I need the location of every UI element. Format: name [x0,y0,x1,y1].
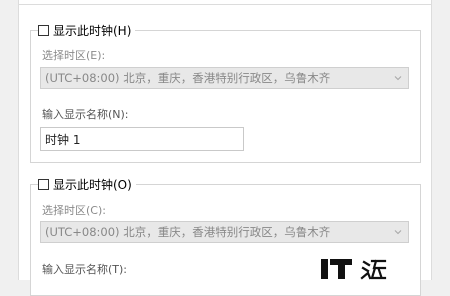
clock1-timezone-value: (UTC+08:00) 北京，重庆，香港特别行政区，乌鲁木齐 [45,71,331,85]
clock2-timezone-select[interactable]: (UTC+08:00) 北京，重庆，香港特别行政区，乌鲁木齐 [40,221,409,243]
clock1-timezone-select[interactable]: (UTC+08:00) 北京，重庆，香港特别行政区，乌鲁木齐 [40,67,409,89]
chevron-down-icon [394,230,402,235]
clock2-checkbox[interactable] [38,178,49,190]
clock2-timezone-value: (UTC+08:00) 北京，重庆，香港特别行政区，乌鲁木齐 [45,225,331,239]
clock1-checkbox-label[interactable]: 显示此时钟(H) [53,22,131,39]
clock2-checkbox-label[interactable]: 显示此时钟(O) [53,176,132,193]
clock1-legend[interactable]: 显示此时钟(H) [38,22,136,39]
top-frame-edge [18,0,432,5]
clock1-name-input[interactable]: 时钟 1 [40,127,244,151]
watermark-logo-icon [319,256,387,282]
clock1-checkbox[interactable] [38,24,49,36]
clock1-name-label: 输入显示名称(N): [42,108,129,121]
clock2-legend[interactable]: 显示此时钟(O) [38,176,136,192]
clock1-timezone-label: 选择时区(E): [42,49,106,62]
clock2-timezone-label: 选择时区(C): [42,204,106,217]
clock2-name-label: 输入显示名称(T): [42,263,128,276]
chevron-down-icon [394,76,402,81]
